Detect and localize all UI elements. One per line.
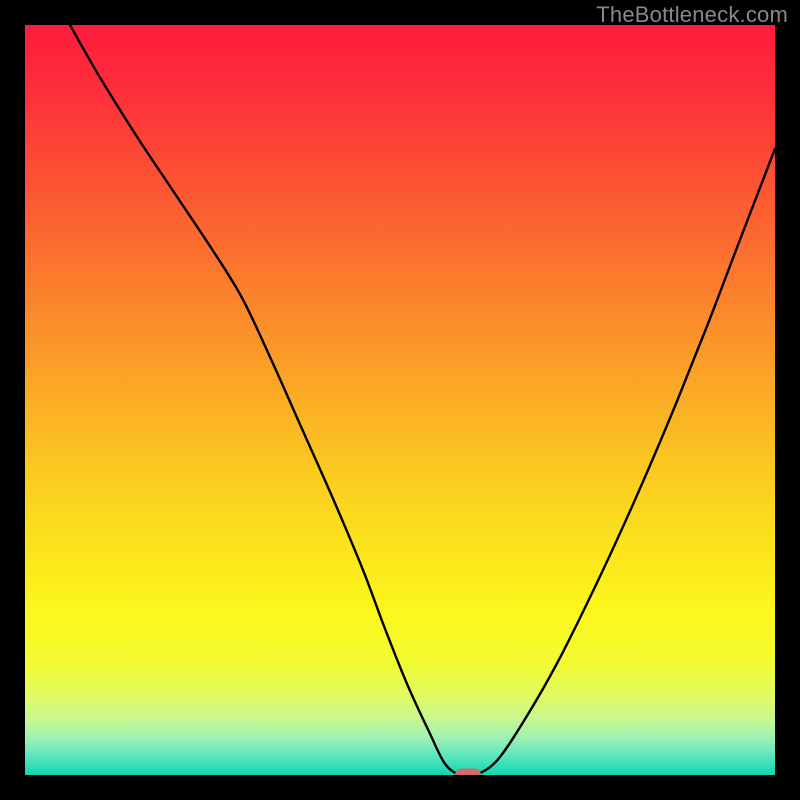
plot-area <box>25 25 775 775</box>
optimum-marker <box>455 769 481 776</box>
chart-frame: TheBottleneck.com <box>0 0 800 800</box>
plot-svg <box>25 25 775 775</box>
